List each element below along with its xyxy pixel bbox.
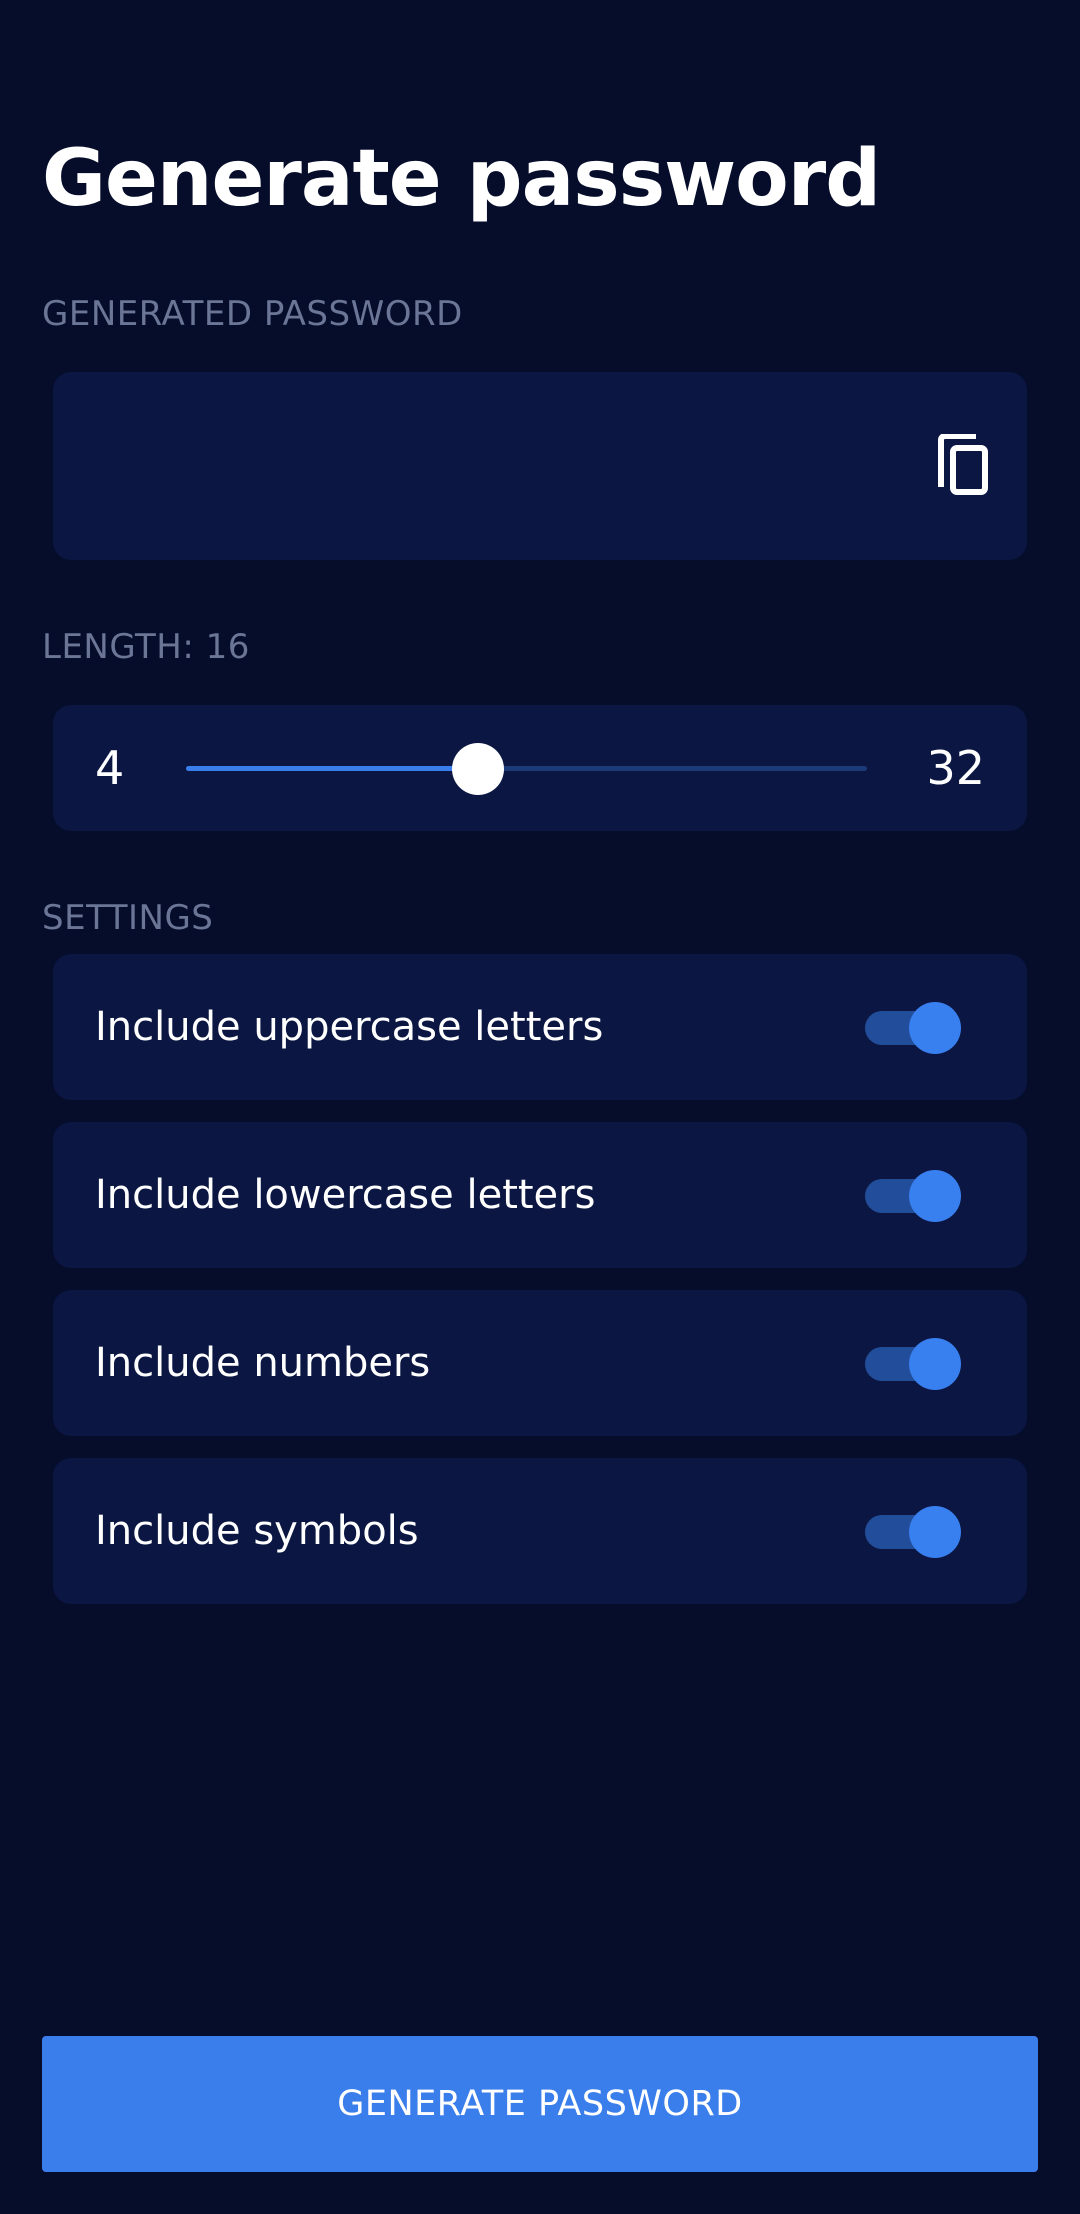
- toggle-symbols[interactable]: [865, 1506, 961, 1558]
- toggle-numbers[interactable]: [865, 1338, 961, 1390]
- toggle-knob: [909, 1506, 961, 1558]
- toggle-uppercase[interactable]: [865, 1002, 961, 1054]
- password-display: [53, 372, 1027, 560]
- generate-password-button[interactable]: GENERATE PASSWORD: [42, 2036, 1038, 2172]
- toggle-lowercase[interactable]: [865, 1170, 961, 1222]
- length-label: LENGTH: 16: [42, 627, 250, 667]
- setting-lowercase-label: Include lowercase letters: [95, 1172, 596, 1218]
- setting-numbers[interactable]: Include numbers: [53, 1290, 1027, 1436]
- length-slider-card: 4 32: [53, 705, 1027, 831]
- settings-label: SETTINGS: [42, 898, 214, 938]
- length-slider[interactable]: [186, 743, 867, 795]
- toggle-knob: [909, 1002, 961, 1054]
- copy-icon[interactable]: [935, 433, 991, 496]
- slider-fill: [186, 766, 478, 771]
- setting-uppercase[interactable]: Include uppercase letters: [53, 954, 1027, 1100]
- generated-password-label: GENERATED PASSWORD: [42, 294, 463, 334]
- setting-symbols-label: Include symbols: [95, 1508, 419, 1554]
- toggle-knob: [909, 1170, 961, 1222]
- page-title: Generate password: [42, 134, 881, 224]
- slider-min-label: 4: [95, 741, 125, 795]
- setting-lowercase[interactable]: Include lowercase letters: [53, 1122, 1027, 1268]
- slider-max-label: 32: [926, 741, 985, 795]
- setting-symbols[interactable]: Include symbols: [53, 1458, 1027, 1604]
- toggle-knob: [909, 1338, 961, 1390]
- slider-thumb[interactable]: [451, 743, 504, 795]
- setting-numbers-label: Include numbers: [95, 1340, 431, 1386]
- setting-uppercase-label: Include uppercase letters: [95, 1004, 604, 1050]
